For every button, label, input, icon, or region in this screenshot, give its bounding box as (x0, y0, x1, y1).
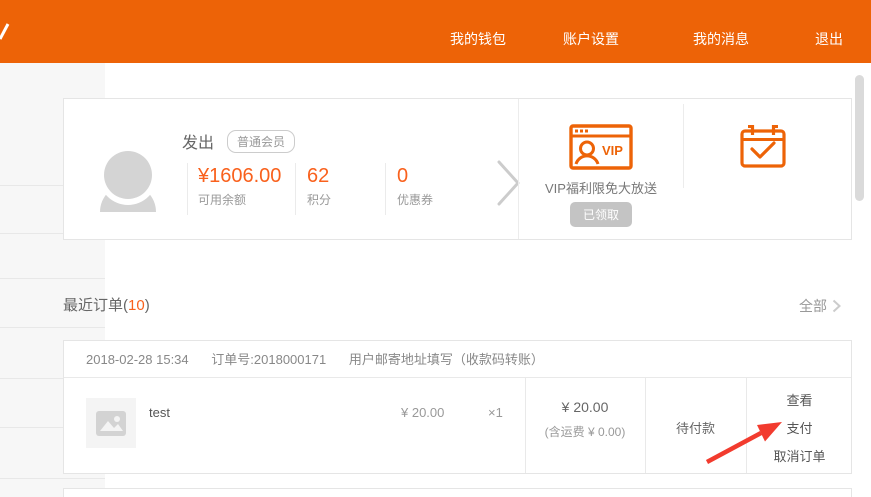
coupons-label: 优惠券 (397, 191, 433, 208)
coupons-stat: 0 优惠券 (397, 165, 433, 208)
balance-value: ¥1606.00 (198, 165, 284, 188)
image-icon (96, 411, 126, 436)
order-status: 待付款 (645, 418, 746, 437)
item-price: ¥ 20.00 (401, 405, 444, 420)
recent-orders-title: 最近订单(10) (63, 294, 150, 315)
username: 发出 (182, 129, 214, 153)
balance-stat: ¥1606.00 可用余额 (198, 165, 284, 208)
item-quantity: ×1 (488, 405, 503, 420)
chevron-right-icon (832, 299, 841, 313)
nav-account-settings[interactable]: 账户设置 (563, 29, 619, 49)
divider (683, 104, 684, 188)
divider (385, 163, 386, 215)
product-name-link[interactable]: test (149, 405, 170, 420)
points-stat: 62 积分 (307, 165, 331, 208)
user-avatar[interactable] (95, 150, 161, 212)
points-value: 62 (307, 165, 331, 188)
action-pay-link[interactable]: 支付 (746, 415, 853, 443)
order-number: 订单号:2018000171 (211, 352, 326, 367)
nav-my-wallet[interactable]: 我的钱包 (450, 29, 506, 49)
vip-claimed-wrap: 已领取 (520, 202, 682, 227)
order-total-column: ¥ 20.00 (含运费 ¥ 0.00) (525, 399, 645, 440)
svg-text:VIP: VIP (602, 143, 623, 158)
balance-label: 可用余额 (198, 191, 284, 208)
action-cancel-order-link[interactable]: 取消订单 (746, 443, 853, 471)
next-order-card-partial (63, 488, 852, 497)
member-level-badge: 普通会员 (227, 130, 295, 153)
divider (187, 163, 188, 215)
view-all-label: 全部 (799, 296, 827, 316)
order-header: 2018-02-28 15:34 订单号:2018000171 用户邮寄地址填写… (64, 341, 851, 378)
checkin-calendar-icon[interactable] (740, 124, 786, 168)
divider (295, 163, 296, 215)
order-card: 2018-02-28 15:34 订单号:2018000171 用户邮寄地址填写… (63, 340, 852, 474)
order-note: 用户邮寄地址填写（收款码转账） (349, 352, 544, 367)
orders-count: 10 (128, 297, 145, 314)
divider (518, 99, 519, 239)
nav-my-messages[interactable]: 我的消息 (693, 29, 749, 49)
order-total: ¥ 20.00 (525, 399, 645, 415)
top-nav-bar: 我的钱包 账户设置 我的消息 退出 (0, 0, 871, 63)
page: 我的钱包 账户设置 我的消息 退出 发出 普通会员 (0, 0, 871, 497)
coupons-value: 0 (397, 165, 433, 188)
action-view-link[interactable]: 查看 (746, 387, 853, 415)
product-image-placeholder[interactable] (86, 398, 136, 448)
recent-orders-label: 最近订单 (63, 297, 123, 314)
shipping-note: (含运费 ¥ 0.00) (525, 423, 645, 440)
user-summary-card: 发出 普通会员 ¥1606.00 可用余额 62 积分 0 优惠券 (63, 98, 852, 240)
scrollbar-thumb[interactable] (855, 75, 864, 201)
order-body: test ¥ 20.00 ×1 ¥ 20.00 (含运费 ¥ 0.00) 待付款… (64, 378, 851, 473)
order-datetime: 2018-02-28 15:34 (86, 352, 189, 367)
points-label: 积分 (307, 191, 331, 208)
username-row: 发出 普通会员 (182, 129, 295, 153)
paren: ) (145, 297, 150, 314)
order-actions-column: 查看 支付 取消订单 (746, 387, 853, 471)
vip-promo-title: VIP福利限免大放送 (520, 178, 682, 197)
vip-promo-icon[interactable]: VIP (569, 124, 633, 170)
view-all-orders-link[interactable]: 全部 (799, 296, 841, 316)
vip-claimed-button[interactable]: 已领取 (570, 202, 632, 227)
nav-logout[interactable]: 退出 (815, 29, 843, 49)
logo-fragment-icon (0, 22, 12, 40)
